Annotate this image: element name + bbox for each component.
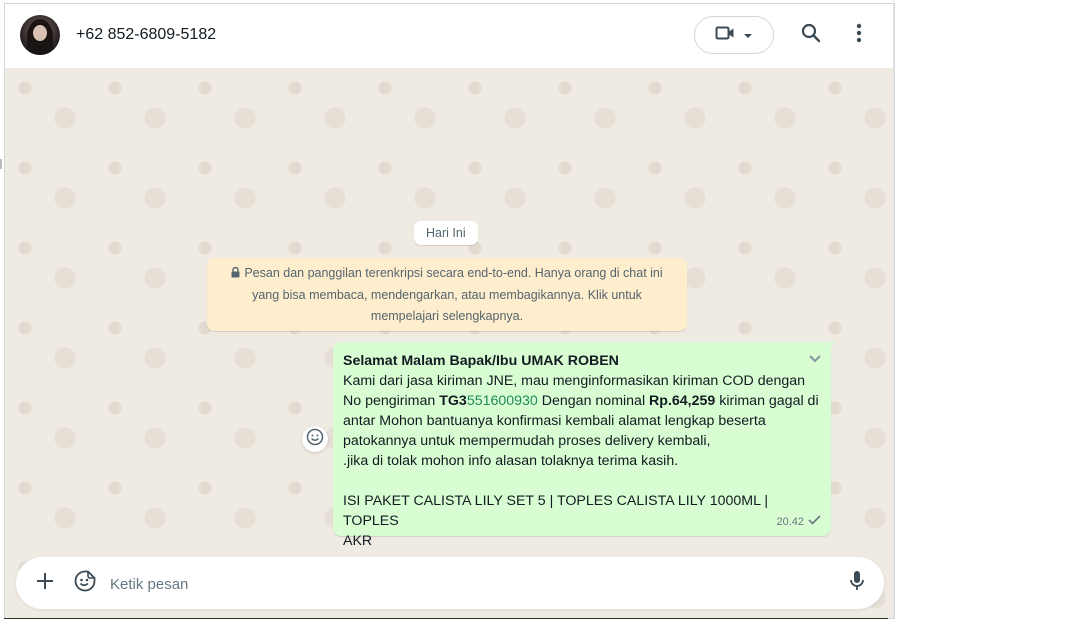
contact-name[interactable]: +62 852-6809-5182 [76, 26, 216, 44]
message-text: No pengiriman [343, 393, 440, 409]
whatsapp-window: +62 852-6809-5182 Hari Ini Pesan dan pan… [4, 3, 895, 619]
message-line: .jika di tolak mohon info alasan tolakny… [343, 453, 679, 469]
video-call-button[interactable] [694, 16, 774, 54]
search-button[interactable] [795, 19, 827, 51]
message-text: kiriman gagal di [715, 393, 819, 409]
avatar-face [33, 25, 47, 41]
microphone-icon [849, 570, 865, 597]
message-text: Dengan nominal [537, 393, 650, 409]
message-line: antar Mohon bantuanya konfirmasi kembali… [343, 413, 766, 429]
chat-header: +62 852-6809-5182 [5, 4, 894, 69]
tracking-number-link[interactable]: 551600930 [467, 393, 538, 409]
emoji-sticker-button[interactable] [70, 568, 100, 598]
message-line: patokannya untuk mempermudah proses deli… [343, 433, 711, 449]
chevron-down-icon [805, 355, 825, 372]
message-menu-button[interactable] [805, 348, 825, 368]
sticker-icon [74, 570, 96, 597]
voice-message-button[interactable] [842, 568, 872, 598]
tracking-prefix: TG3 [439, 393, 467, 409]
outgoing-message[interactable]: Selamat Malam Bapak/Ibu UMAK ROBEN Kami … [333, 342, 831, 549]
message-composer [16, 557, 884, 609]
smiley-icon [306, 428, 324, 451]
react-button[interactable] [302, 426, 328, 452]
message-title: Selamat Malam Bapak/Ibu UMAK ROBEN [343, 353, 619, 369]
lock-icon [231, 264, 240, 285]
more-vert-icon [856, 23, 862, 48]
message-line: ISI PAKET CALISTA LILY SET 5 | TOPLES CA… [343, 493, 769, 529]
chevron-down-icon [743, 26, 753, 44]
amount: Rp.64,259 [649, 393, 716, 409]
plus-icon [36, 572, 54, 595]
message-meta: 20.42 [776, 512, 821, 532]
window-bottom-border [4, 618, 888, 619]
attach-button[interactable] [30, 568, 60, 598]
encryption-notice-text: Pesan dan panggilan terenkripsi secara e… [244, 266, 663, 323]
encryption-notice[interactable]: Pesan dan panggilan terenkripsi secara e… [207, 258, 687, 331]
window-border [893, 0, 894, 620]
message-line: Kami dari jasa kiriman JNE, mau menginfo… [343, 373, 806, 389]
date-chip: Hari Ini [414, 221, 478, 245]
chat-area[interactable]: Hari Ini Pesan dan panggilan terenkripsi… [5, 68, 894, 618]
single-check-icon [808, 512, 821, 532]
contact-avatar[interactable] [20, 15, 60, 55]
message-line: No pengiriman TG3551600930 Dengan nomina… [343, 391, 821, 411]
message-line: AKR [343, 533, 373, 549]
search-icon [801, 23, 821, 48]
message-input[interactable] [108, 569, 812, 599]
menu-button[interactable] [843, 19, 875, 51]
video-call-icon [715, 25, 735, 46]
message-time: 20.42 [776, 516, 804, 528]
